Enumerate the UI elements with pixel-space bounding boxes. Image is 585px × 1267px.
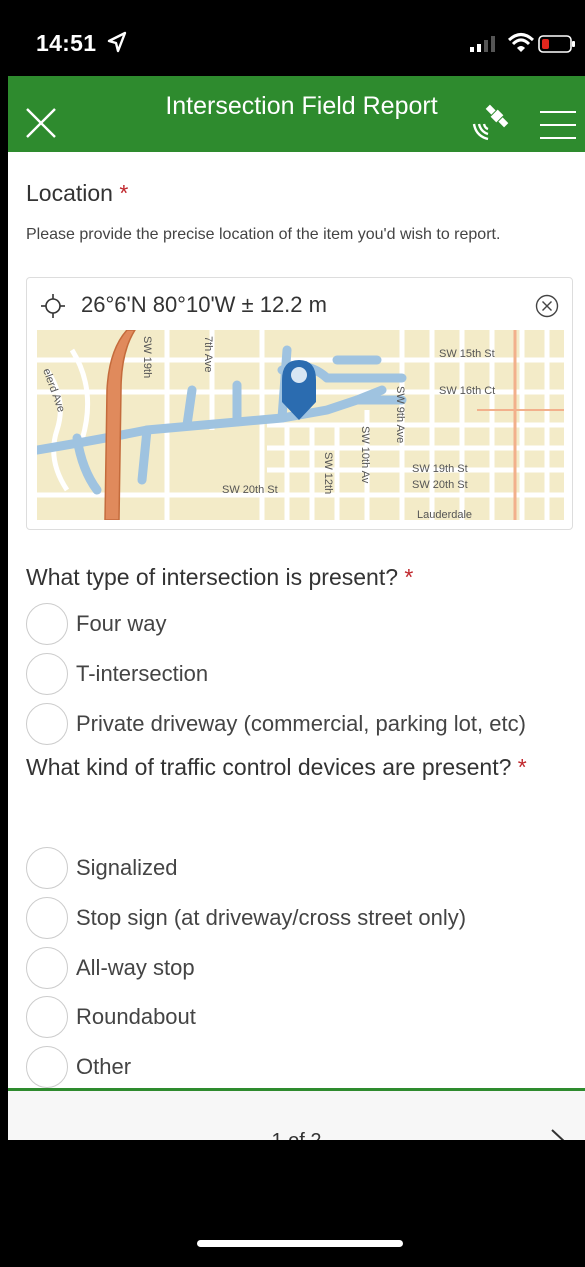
app-screen: 14:51 Intersection Field Report Location… [8, 8, 585, 1267]
map-label-sw-10th-av: SW 10th Av [359, 426, 371, 484]
radio-label: Four way [76, 611, 167, 636]
app-header: Intersection Field Report [8, 76, 585, 152]
status-bar: 14:51 [8, 8, 585, 76]
location-label: Location * [26, 180, 128, 207]
radio-button[interactable] [26, 847, 68, 889]
radio-option[interactable]: Private driveway (commercial, parking lo… [26, 702, 526, 746]
home-indicator[interactable] [197, 1240, 403, 1247]
crosshair-icon[interactable] [41, 294, 65, 318]
traffic-question: What kind of traffic control devices are… [26, 750, 571, 784]
traffic-question-text: What kind of traffic control devices are… [26, 754, 512, 780]
radio-label: T-intersection [76, 661, 209, 686]
radio-option[interactable]: Roundabout [26, 995, 196, 1039]
map-label-sw-12th: SW 12th [322, 452, 334, 494]
radio-button[interactable] [26, 603, 68, 645]
map-label-sw-16th-ct: SW 16th Ct [439, 385, 495, 397]
map-label-sw-9th-ave: SW 9th Ave [394, 386, 406, 443]
radio-option[interactable]: Stop sign (at driveway/cross street only… [26, 896, 466, 940]
required-marker: * [404, 564, 414, 590]
map-label-sw-20th-st-left: SW 20th St [222, 484, 278, 496]
menu-icon[interactable] [540, 110, 576, 140]
map-label-sw-15th-st: SW 15th St [439, 348, 495, 360]
wifi-icon [508, 33, 534, 52]
radio-button[interactable] [26, 653, 68, 695]
radio-button[interactable] [26, 1046, 68, 1088]
radio-button[interactable] [26, 897, 68, 939]
radio-label: Roundabout [76, 1004, 196, 1029]
required-marker: * [119, 180, 129, 206]
map-label-sw-19th: SW 19th [141, 336, 153, 378]
radio-label: Signalized [76, 855, 178, 880]
location-card[interactable]: 26°6'N 80°10'W ± 12.2 m SW 15th St SW 16… [26, 277, 573, 530]
intersection-question-text: What type of intersection is present? [26, 564, 399, 590]
location-arrow-icon [107, 31, 127, 53]
location-map[interactable]: SW 15th St SW 16th Ct SW 19th St SW 20th… [37, 330, 564, 520]
home-bar-area [8, 1140, 585, 1267]
location-label-text: Location [26, 180, 113, 206]
intersection-question: What type of intersection is present? * [26, 564, 413, 591]
map-label-sw-19th-st: SW 19th St [412, 463, 468, 475]
radio-option[interactable]: T-intersection [26, 652, 208, 696]
map-label-sw-20th-st-right: SW 20th St [412, 479, 468, 491]
clear-location-icon[interactable] [535, 294, 559, 318]
signal-icon [470, 36, 495, 52]
status-time: 14:51 [36, 30, 97, 56]
radio-button[interactable] [26, 703, 68, 745]
footer-divider [8, 1088, 585, 1091]
radio-label: Other [76, 1054, 132, 1079]
radio-option[interactable]: Signalized [26, 846, 178, 890]
gps-signal-icon[interactable] [468, 96, 518, 146]
radio-label: Stop sign (at driveway/cross street only… [76, 905, 467, 930]
location-coordinates: 26°6'N 80°10'W ± 12.2 m [81, 292, 327, 317]
map-label-7th-ave: 7th Ave [202, 336, 214, 373]
radio-label: Private driveway (commercial, parking lo… [76, 711, 526, 736]
radio-option[interactable]: Other [26, 1045, 131, 1089]
location-description: Please provide the precise location of t… [26, 226, 501, 243]
required-marker: * [517, 754, 527, 780]
map-label-lauderdale: Lauderdale [417, 509, 472, 520]
battery-icon [538, 35, 575, 53]
radio-option[interactable]: All-way stop [26, 946, 195, 990]
form-content: Location * Please provide the precise lo… [8, 152, 585, 1088]
radio-button[interactable] [26, 996, 68, 1038]
radio-label: All-way stop [76, 955, 195, 980]
radio-option[interactable]: Four way [26, 602, 166, 646]
radio-button[interactable] [26, 947, 68, 989]
